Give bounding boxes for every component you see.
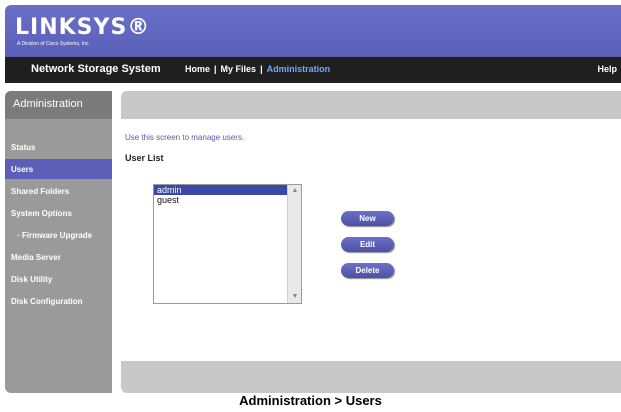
sidebar-item-users[interactable]: Users (5, 159, 112, 179)
linksys-logo: LINKSYS® (15, 15, 151, 40)
scroll-up-icon[interactable]: ▲ (290, 186, 300, 196)
sidebar-item-media-server[interactable]: Media Server (5, 247, 112, 267)
user-list-item[interactable]: guest (154, 195, 287, 205)
listbox-scrollbar[interactable]: ▲ ▼ (287, 185, 301, 303)
main-bottom-bar (121, 361, 621, 393)
edit-user-button[interactable]: Edit (341, 237, 394, 252)
main-top-bar (121, 91, 621, 119)
sidebar-item-disk-utility[interactable]: Disk Utility (5, 269, 112, 289)
main-panel: Use this screen to manage users. User Li… (121, 91, 621, 393)
app-frame: LINKSYS® A Division of Cisco Systems, In… (5, 5, 621, 393)
delete-user-button[interactable]: Delete (341, 263, 394, 278)
sidebar-item-disk-configuration[interactable]: Disk Configuration (5, 291, 112, 311)
header-banner: LINKSYS® A Division of Cisco Systems, In… (5, 5, 621, 57)
user-listbox[interactable]: admin guest ▲ ▼ (153, 184, 302, 304)
sidebar-header-label: Administration (13, 98, 83, 110)
nav-links: Home | My Files | Administration (185, 64, 330, 74)
nav-link-administration[interactable]: Administration (267, 64, 331, 74)
nav-title: Network Storage System (31, 63, 161, 75)
page-caption: Administration > Users (239, 393, 382, 408)
nav-bar: Network Storage System Home | My Files | Adm… (5, 57, 621, 83)
user-list-heading: User List (125, 153, 164, 163)
nav-link-my-files[interactable]: My Files (221, 64, 257, 74)
intro-text: Use this screen to manage users. (125, 133, 245, 142)
sidebar: Administration Status Users Shared Folde… (5, 91, 112, 393)
new-user-button[interactable]: New (341, 211, 394, 226)
nav-link-home[interactable]: Home (185, 64, 210, 74)
sidebar-header: Administration (5, 91, 112, 119)
nav-separator: | (214, 64, 217, 74)
scroll-down-icon[interactable]: ▼ (290, 292, 300, 302)
sidebar-item-firmware-upgrade[interactable]: · Firmware Upgrade (5, 225, 112, 245)
sidebar-item-status[interactable]: Status (5, 137, 112, 157)
logo-subtitle: A Division of Cisco Systems, Inc. (17, 41, 90, 47)
nav-link-help[interactable]: Help (597, 64, 617, 74)
nav-separator: | (260, 64, 263, 74)
sidebar-item-system-options[interactable]: System Options (5, 203, 112, 223)
sidebar-item-shared-folders[interactable]: Shared Folders (5, 181, 112, 201)
user-list-item[interactable]: admin (154, 185, 287, 195)
